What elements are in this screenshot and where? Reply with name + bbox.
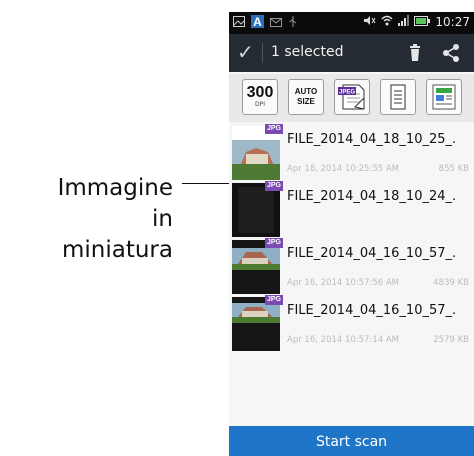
file-thumbnail[interactable] xyxy=(232,183,280,237)
gallery-icon xyxy=(233,16,245,30)
callout-line-3: miniatura xyxy=(61,237,173,263)
color-photo-icon xyxy=(432,84,456,110)
document-icon xyxy=(390,84,406,110)
jpeg-icon: JPEG xyxy=(338,84,365,110)
file-name: FILE_2014_04_18_10_24_. xyxy=(287,189,457,204)
share-icon[interactable] xyxy=(439,41,463,65)
file-meta: Apr 16, 2014 10:57:14 AM 2579 KB xyxy=(287,335,469,345)
file-thumbnail[interactable] xyxy=(232,297,280,351)
color-mode-button[interactable] xyxy=(426,79,462,115)
file-thumbnail[interactable] xyxy=(232,126,280,180)
file-list: JPG FILE_2014_04_18_10_25_. Apr 18, 2014… xyxy=(229,124,474,352)
mute-icon xyxy=(363,15,376,29)
file-name: FILE_2014_04_16_10_57_. xyxy=(287,303,457,318)
action-bar-divider xyxy=(262,43,263,63)
list-item[interactable]: JPG FILE_2014_04_18_10_25_. Apr 18, 2014… xyxy=(229,124,474,181)
file-name: FILE_2014_04_16_10_57_. xyxy=(287,246,457,261)
file-date: Apr 16, 2014 10:57:14 AM xyxy=(287,335,399,345)
check-icon[interactable]: ✓ xyxy=(237,40,254,64)
start-scan-button[interactable]: Start scan xyxy=(229,426,474,456)
a-icon: A xyxy=(251,15,264,31)
auto-size-line-1: AUTO xyxy=(294,87,318,96)
file-size: 2579 KB xyxy=(433,335,469,345)
dpi-value: 300 xyxy=(246,84,274,101)
phone-screen: A 10:27 ✓ 1 selected 300 DPI AUTO SIZE J… xyxy=(229,12,474,456)
file-size: 855 KB xyxy=(438,164,469,174)
file-date: Apr 18, 2014 10:25:55 AM xyxy=(287,164,399,174)
auto-size-button[interactable]: AUTO SIZE xyxy=(288,79,324,115)
scan-settings-toolbar: 300 DPI AUTO SIZE JPEG xyxy=(229,74,474,122)
jpg-badge: JPG xyxy=(265,295,284,305)
mail-icon xyxy=(270,16,282,30)
file-date: Apr 16, 2014 10:57:56 AM xyxy=(287,278,399,288)
action-bar: ✓ 1 selected xyxy=(229,34,474,72)
annotation-callout: Immagine in miniatura xyxy=(23,173,173,266)
battery-icon xyxy=(414,15,431,29)
file-meta: Apr 18, 2014 10:25:55 AM 855 KB xyxy=(287,164,469,174)
file-thumbnail[interactable] xyxy=(232,240,280,294)
file-meta: Apr 16, 2014 10:57:56 AM 4839 KB xyxy=(287,278,469,288)
dpi-unit: DPI xyxy=(254,101,265,108)
jpg-badge: JPG xyxy=(265,238,284,248)
callout-leader-line xyxy=(182,183,229,184)
jpg-badge: JPG xyxy=(265,181,284,191)
file-name: FILE_2014_04_18_10_25_. xyxy=(287,132,457,147)
callout-line-1: Immagine xyxy=(57,175,173,201)
list-item[interactable]: JPG FILE_2014_04_18_10_24_. xyxy=(229,181,474,238)
signal-icon xyxy=(398,15,410,29)
dpi-button[interactable]: 300 DPI xyxy=(242,79,278,115)
document-mode-button[interactable] xyxy=(380,79,416,115)
callout-line-2: in xyxy=(152,206,173,232)
jpg-badge: JPG xyxy=(265,124,284,134)
list-item[interactable]: JPG FILE_2014_04_16_10_57_. Apr 16, 2014… xyxy=(229,295,474,352)
wifi-icon xyxy=(381,15,393,29)
clock: 10:27 xyxy=(435,15,470,29)
jpeg-format-button[interactable]: JPEG xyxy=(334,79,370,115)
jpeg-label: JPEG xyxy=(339,90,355,96)
status-bar: A 10:27 xyxy=(229,12,474,34)
selection-count: 1 selected xyxy=(271,44,344,60)
list-item[interactable]: JPG FILE_2014_04_16_10_57_. Apr 16, 2014… xyxy=(229,238,474,295)
auto-size-line-2: SIZE xyxy=(297,97,315,106)
svg-text:A: A xyxy=(253,15,262,28)
trash-icon[interactable] xyxy=(403,41,427,65)
usb-icon xyxy=(288,16,298,30)
file-size: 4839 KB xyxy=(433,278,469,288)
